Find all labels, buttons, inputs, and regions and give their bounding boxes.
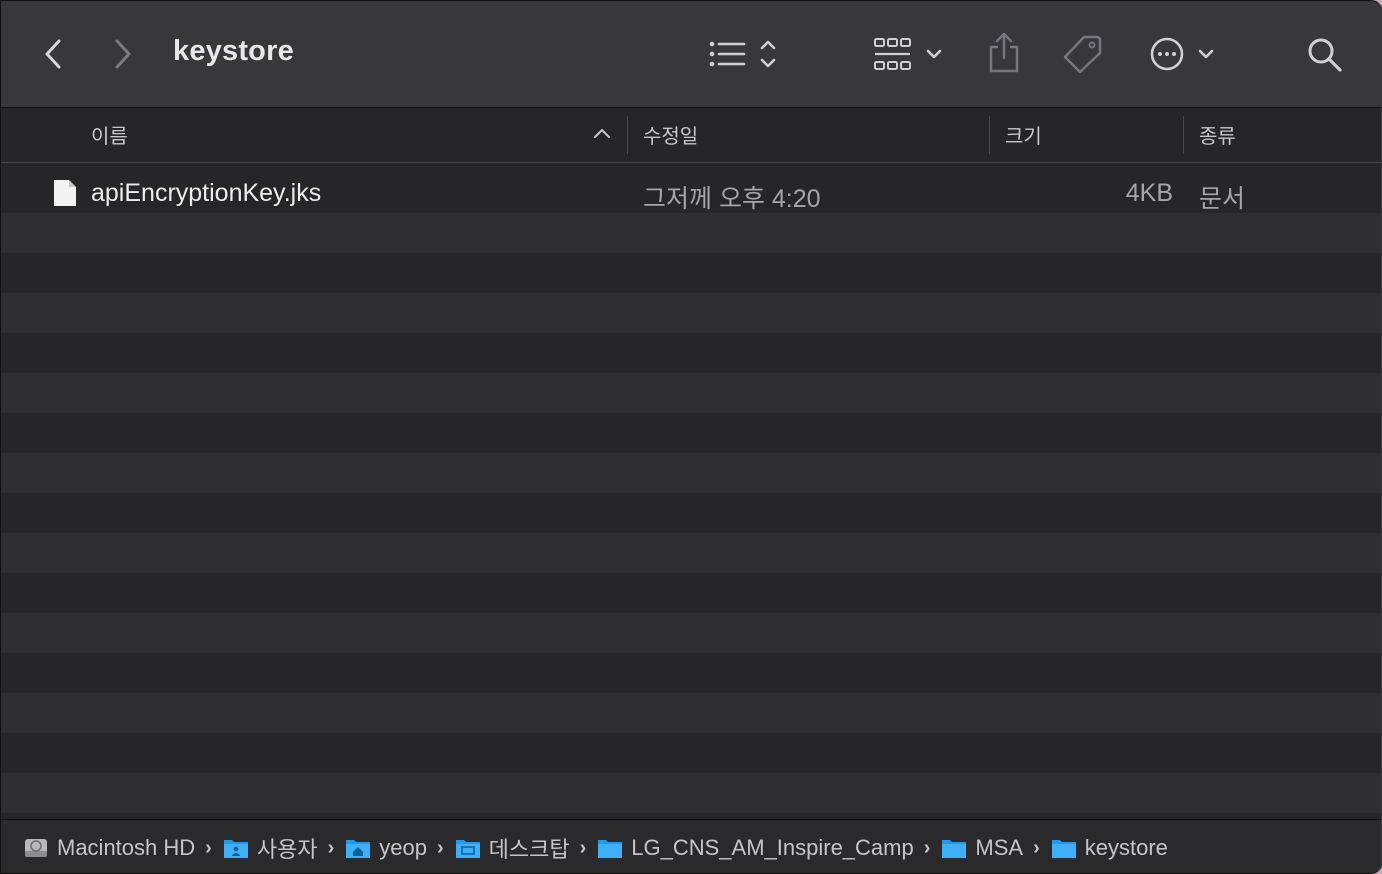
ellipsis-circle-icon: [1150, 37, 1214, 71]
column-size-header[interactable]: 크기: [1005, 120, 1042, 149]
path-item-desktop[interactable]: 데스크탑: [455, 832, 570, 864]
column-header: 이름 수정일 크기 종류: [1, 108, 1381, 163]
home-folder-icon: [345, 837, 371, 859]
path-item-keystore[interactable]: keystore: [1051, 835, 1168, 861]
empty-row: [1, 613, 1381, 653]
empty-row: [1, 293, 1381, 333]
path-item-macintosh-hd[interactable]: Macintosh HD: [23, 835, 195, 861]
share-icon: [989, 32, 1019, 73]
file-size: 4KB: [1125, 179, 1173, 207]
path-separator: ›: [923, 836, 931, 859]
file-name: apiEncryptionKey.jks: [91, 179, 322, 207]
empty-row: [1, 653, 1381, 693]
tag-icon: [1063, 35, 1102, 74]
path-item-label: keystore: [1084, 835, 1168, 860]
desktop-folder-icon: [455, 837, 481, 859]
search-icon: [1308, 38, 1342, 72]
empty-row: [1, 333, 1381, 373]
list-view-button[interactable]: [703, 35, 783, 73]
search-button[interactable]: [1305, 35, 1345, 75]
list-icon: [709, 40, 776, 68]
column-divider[interactable]: [989, 116, 990, 154]
column-modified-header[interactable]: 수정일: [643, 120, 698, 149]
chevron-left-icon: [45, 39, 61, 69]
empty-row: [1, 733, 1381, 773]
folder-icon: [1051, 837, 1077, 859]
path-separator: ›: [1033, 836, 1040, 859]
toolbar: keystore: [1, 1, 1381, 108]
back-button[interactable]: [35, 35, 71, 73]
file-modified: 그저께 오후 4:20: [643, 185, 821, 213]
hard-drive-icon: [23, 836, 49, 860]
file-list: apiEncryptionKey.jks 그저께 오후 4:20 4KB 문서: [1, 163, 1381, 819]
grid-icon: [874, 38, 942, 70]
empty-row: [1, 693, 1381, 733]
path-item-label: 사용자: [256, 837, 318, 862]
users-folder-icon: [223, 837, 249, 859]
grid-view-button[interactable]: [871, 33, 947, 75]
forward-button[interactable]: [105, 35, 141, 73]
sort-ascending-icon[interactable]: [593, 126, 611, 140]
empty-row: [1, 253, 1381, 293]
path-item-label: yeop: [379, 835, 427, 860]
path-item-home[interactable]: yeop: [345, 835, 427, 861]
empty-row: [1, 533, 1381, 573]
column-kind-header[interactable]: 종류: [1199, 120, 1236, 149]
path-item-label: 데스크탑: [488, 837, 570, 862]
share-button[interactable]: [985, 31, 1023, 75]
folder-icon: [941, 837, 967, 859]
folder-icon: [597, 837, 623, 859]
empty-row: [1, 453, 1381, 493]
empty-row: [1, 373, 1381, 413]
empty-row: [1, 413, 1381, 453]
path-item-msa[interactable]: MSA: [941, 835, 1023, 861]
empty-row: [1, 773, 1381, 813]
path-separator: ›: [327, 836, 335, 859]
path-bar: Macintosh HD › 사용자 › yeop › 데스크탑 › LG_CN…: [1, 819, 1381, 873]
column-name-header[interactable]: 이름: [91, 120, 128, 149]
path-separator: ›: [205, 836, 212, 859]
path-item-label: LG_CNS_AM_Inspire_Camp: [631, 835, 914, 860]
empty-row: [1, 213, 1381, 253]
empty-row: [1, 573, 1381, 613]
file-kind: 문서: [1199, 185, 1246, 213]
more-actions-button[interactable]: [1145, 33, 1221, 75]
path-separator: ›: [436, 836, 444, 859]
tag-button[interactable]: [1059, 33, 1105, 75]
column-divider[interactable]: [1183, 116, 1184, 154]
finder-window: keystore 이름 수정일 크기 종류 apiEncryptionKey.j…: [0, 0, 1382, 874]
path-item-label: MSA: [975, 835, 1024, 860]
empty-row: [1, 493, 1381, 533]
path-item-label: Macintosh HD: [57, 835, 196, 860]
chevron-right-icon: [115, 39, 131, 69]
document-icon: [54, 180, 76, 206]
path-separator: ›: [579, 836, 587, 859]
column-divider[interactable]: [627, 116, 628, 154]
path-item-users[interactable]: 사용자: [223, 832, 318, 864]
window-title: keystore: [173, 35, 294, 67]
table-row[interactable]: apiEncryptionKey.jks 그저께 오후 4:20 4KB 문서: [1, 163, 1381, 213]
path-item-lg-cns-camp[interactable]: LG_CNS_AM_Inspire_Camp: [597, 835, 914, 861]
